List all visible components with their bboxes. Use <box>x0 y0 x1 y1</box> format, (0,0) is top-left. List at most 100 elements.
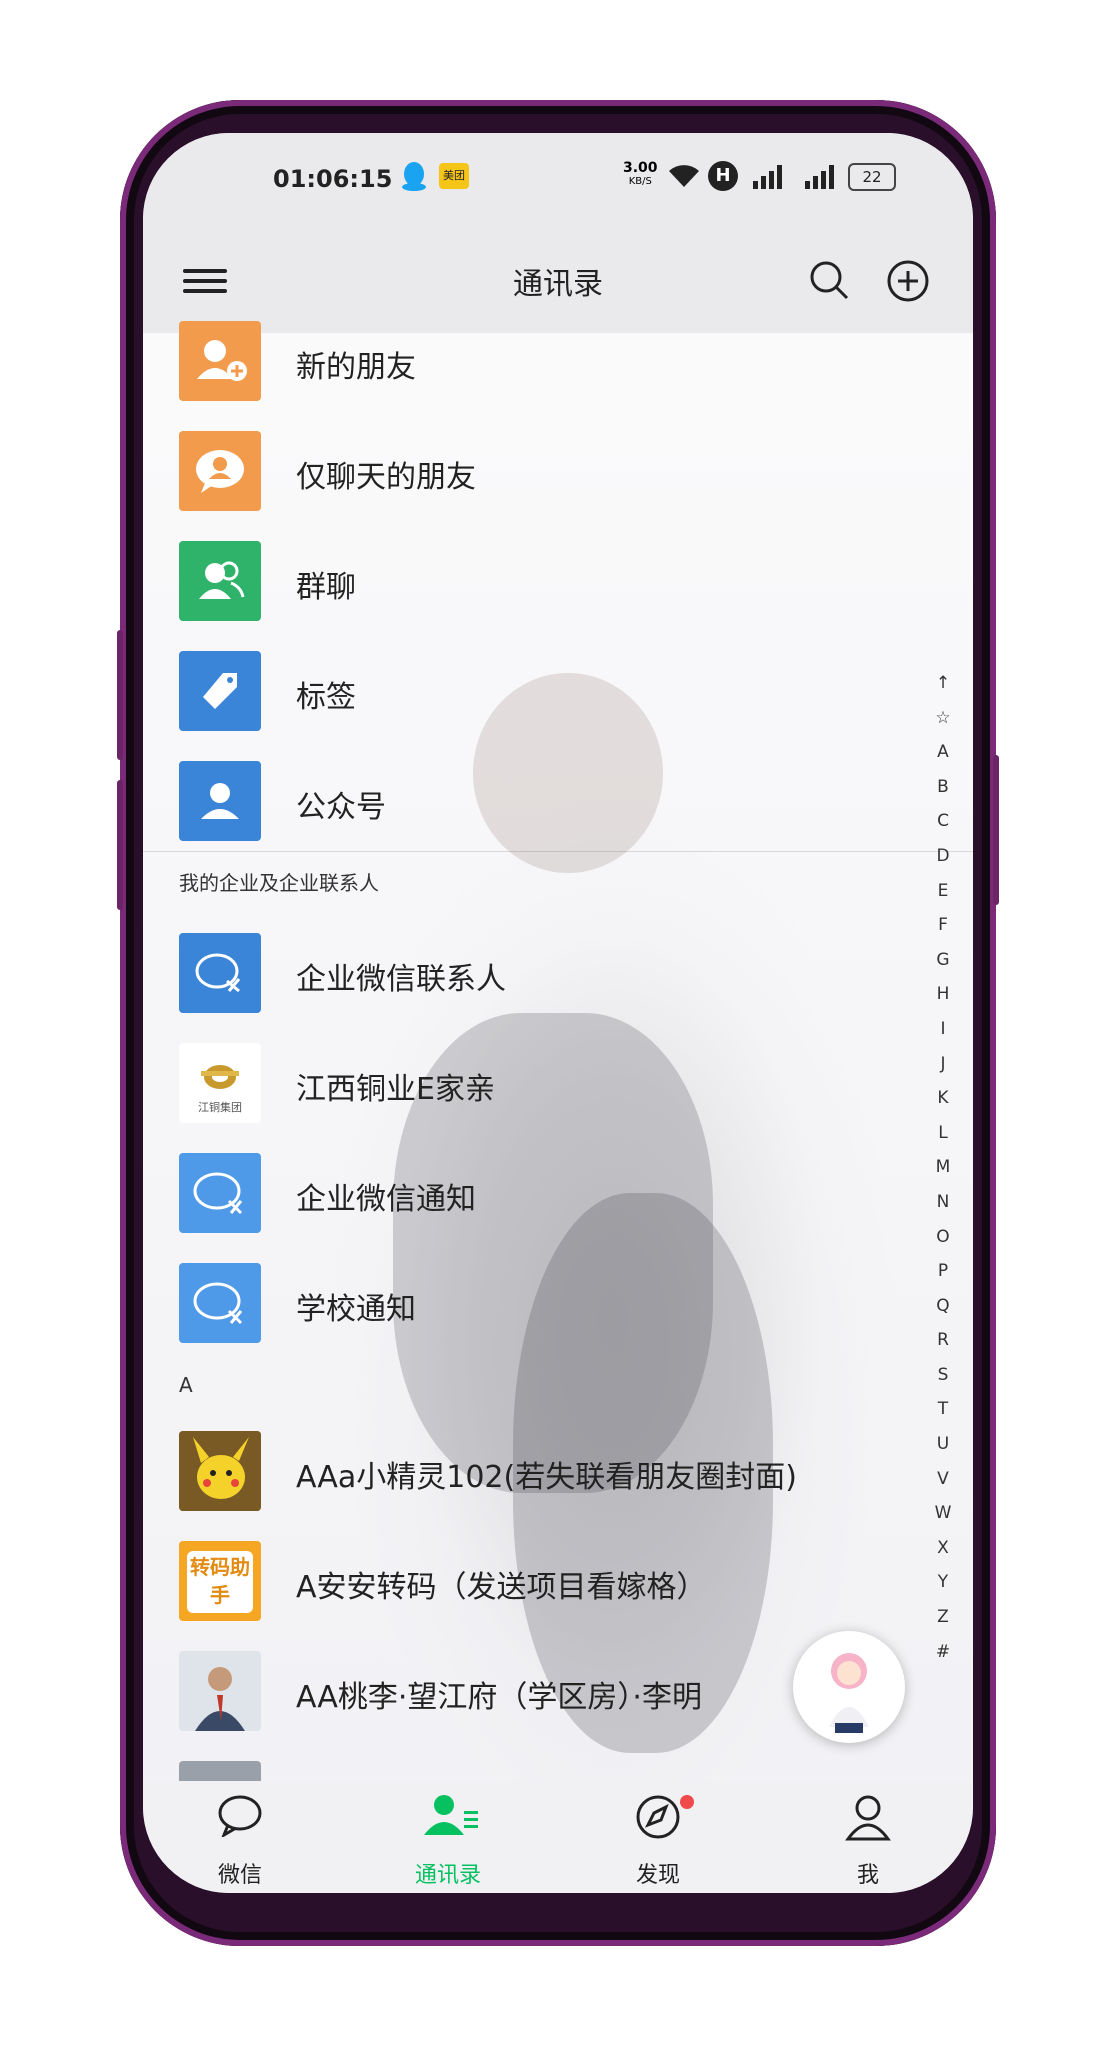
entry-label: 标签 <box>296 680 356 715</box>
entry-wecom-notifications[interactable]: 企业微信通知 <box>143 1143 913 1243</box>
person-avatar <box>179 1761 261 1781</box>
entry-label: 公众号 <box>296 790 386 825</box>
school-notify-icon <box>179 1263 261 1343</box>
index-letter[interactable]: Z <box>931 1600 955 1635</box>
contact-name: AA桃李·望江府（学区房）·李明 <box>296 1680 702 1715</box>
wifi-icon <box>667 163 701 194</box>
index-letter[interactable]: H <box>931 977 955 1012</box>
meituan-icon: 美团 <box>439 163 469 189</box>
entry-label: 群聊 <box>296 570 356 605</box>
transcode-avatar: 转码助手 <box>179 1541 261 1621</box>
logo-text: 江铜集团 <box>198 1101 242 1114</box>
entry-jiangxi-copper[interactable]: 江铜集团 江西铜业E家亲 <box>143 1033 913 1133</box>
entry-new-friends[interactable]: 新的朋友 <box>143 311 913 411</box>
tab-label: 通讯录 <box>414 1863 481 1888</box>
entry-tags[interactable]: 标签 <box>143 641 913 741</box>
divider <box>143 851 973 852</box>
entry-chat-only-friends[interactable]: 仅聊天的朋友 <box>143 421 913 521</box>
hd-icon: H <box>708 161 738 191</box>
index-letter[interactable]: W <box>931 1496 955 1531</box>
battery-icon: 22 <box>848 163 896 191</box>
person-icon <box>845 1795 891 1841</box>
volume-button <box>117 630 123 760</box>
clock: 01:06:15 <box>273 165 393 193</box>
entry-school-notifications[interactable]: 学校通知 <box>143 1253 913 1353</box>
entry-official-accounts[interactable]: 公众号 <box>143 751 913 851</box>
index-letter[interactable]: K <box>931 1081 955 1116</box>
tag-icon <box>179 651 261 731</box>
volume-button <box>117 780 123 910</box>
tab-label: 微信 <box>217 1863 262 1888</box>
tab-label: 我 <box>856 1863 879 1888</box>
signal-icon <box>805 165 835 194</box>
index-letter[interactable]: O <box>931 1220 955 1255</box>
index-letter[interactable]: T <box>931 1392 955 1427</box>
index-letter[interactable]: E <box>931 874 955 909</box>
contact-row[interactable] <box>143 1751 913 1781</box>
entry-label: 企业微信联系人 <box>296 962 506 997</box>
section-header: A <box>179 1373 193 1397</box>
add-icon[interactable] <box>886 259 930 303</box>
qq-icon <box>401 161 427 196</box>
index-letter[interactable]: U <box>931 1427 955 1462</box>
compass-icon <box>636 1795 680 1839</box>
index-letter[interactable]: D <box>931 839 955 874</box>
index-letter[interactable]: # <box>931 1635 955 1670</box>
tab-contacts[interactable]: 通讯录 <box>378 1787 518 1888</box>
index-letter[interactable]: A <box>931 735 955 770</box>
index-letter[interactable]: I <box>931 1012 955 1047</box>
group-chat-icon <box>179 541 261 621</box>
entry-label: 仅聊天的朋友 <box>296 460 476 495</box>
section-header: 我的企业及企业联系人 <box>179 871 379 895</box>
floating-anime-avatar[interactable] <box>793 1631 905 1743</box>
tab-me[interactable]: 我 <box>798 1787 938 1888</box>
contact-row[interactable]: 转码助手 A安安转码（发送项目看嫁格） <box>143 1531 913 1631</box>
contact-row[interactable]: AAa小精灵102(若失联看朋友圈封面) <box>143 1421 913 1521</box>
status-bar: 01:06:15 美团 3.00 KB/S H 22 <box>143 133 973 223</box>
index-letter[interactable]: B <box>931 770 955 805</box>
search-icon[interactable] <box>808 259 850 301</box>
contacts-icon <box>424 1795 478 1835</box>
net-speed: 3.00 KB/S <box>623 161 658 189</box>
battery-level: 22 <box>862 168 882 186</box>
signal-icon <box>753 165 783 194</box>
tab-chats[interactable]: 微信 <box>170 1787 310 1888</box>
entry-wecom-contacts[interactable]: 企业微信联系人 <box>143 923 913 1023</box>
avatar-text: 转码助手 <box>187 1551 253 1613</box>
index-letter[interactable]: G <box>931 943 955 978</box>
index-letter[interactable]: X <box>931 1531 955 1566</box>
index-letter[interactable]: V <box>931 1462 955 1497</box>
index-letter[interactable]: F <box>931 908 955 943</box>
index-letter[interactable]: Q <box>931 1289 955 1324</box>
bottom-tab-bar: 微信 通讯录 发现 我 <box>143 1781 973 1893</box>
index-letter[interactable]: J <box>931 1047 955 1082</box>
entry-label: 新的朋友 <box>296 350 416 385</box>
person-avatar <box>179 1651 261 1731</box>
index-letter[interactable]: L <box>931 1116 955 1151</box>
contact-name: AAa小精灵102(若失联看朋友圈封面) <box>296 1460 797 1495</box>
entry-label: 学校通知 <box>296 1292 416 1327</box>
index-letter[interactable]: Y <box>931 1565 955 1600</box>
notification-dot <box>680 1795 694 1809</box>
power-button <box>993 755 999 905</box>
wecom-notify-icon <box>179 1153 261 1233</box>
jiangxi-copper-logo: 江铜集团 <box>179 1043 261 1123</box>
entry-label: 企业微信通知 <box>296 1182 476 1217</box>
index-letter[interactable]: ☆ <box>931 701 955 736</box>
index-letter[interactable]: R <box>931 1323 955 1358</box>
index-letter[interactable]: C <box>931 804 955 839</box>
index-letter[interactable]: S <box>931 1358 955 1393</box>
chat-bubble-icon <box>218 1795 262 1837</box>
contact-name: A安安转码（发送项目看嫁格） <box>296 1570 707 1605</box>
wecom-icon <box>179 933 261 1013</box>
index-letter[interactable]: N <box>931 1185 955 1220</box>
entry-group-chats[interactable]: 群聊 <box>143 531 913 631</box>
net-speed-value: 3.00 <box>623 160 658 176</box>
index-letter[interactable]: ↑ <box>931 666 955 701</box>
pikachu-avatar <box>179 1431 261 1511</box>
index-letter[interactable]: M <box>931 1150 955 1185</box>
tab-discover[interactable]: 发现 <box>588 1787 728 1888</box>
alphabet-index[interactable]: ↑ ☆ A B C D E F G H I J K L M N O P Q R S T U V W X Y Z # <box>931 666 955 1669</box>
screen: 01:06:15 美团 3.00 KB/S H 22 通讯录 新的朋友 仅聊天的… <box>143 133 973 1893</box>
index-letter[interactable]: P <box>931 1254 955 1289</box>
